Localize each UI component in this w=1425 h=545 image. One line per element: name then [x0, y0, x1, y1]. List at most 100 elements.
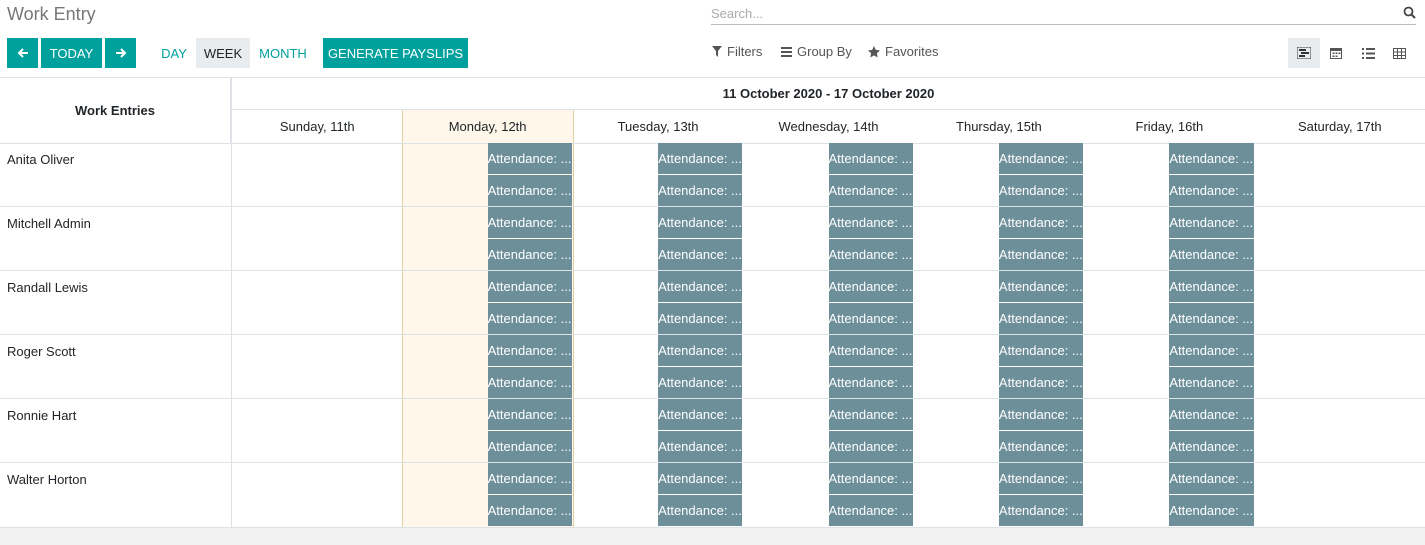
generate-payslips-button[interactable]: GENERATE PAYSLIPS	[323, 38, 468, 68]
work-entry-pill[interactable]: Attendance: ...	[658, 207, 743, 238]
gantt-view-icon	[1297, 47, 1311, 59]
previous-button[interactable]	[7, 38, 38, 68]
today-button[interactable]: TODAY	[41, 38, 102, 68]
work-entry-pill[interactable]: Attendance: ...	[998, 303, 1084, 334]
work-entry-pill[interactable]: Attendance: ...	[828, 431, 913, 462]
control-panel: Work Entry TODAY DAY WEEK MONTH GENERATE…	[0, 0, 1425, 78]
work-entry-pill[interactable]: Attendance: ...	[658, 367, 743, 398]
work-entry-pill[interactable]: Attendance: ...	[1169, 367, 1254, 398]
work-entry-pill[interactable]: Attendance: ...	[487, 271, 572, 302]
star-icon	[868, 45, 880, 57]
work-entry-pill[interactable]: Attendance: ...	[1169, 303, 1254, 334]
work-entry-pill[interactable]: Attendance: ...	[487, 431, 572, 462]
work-entry-pill[interactable]: Attendance: ...	[828, 271, 913, 302]
work-entry-pill[interactable]: Attendance: ...	[1169, 239, 1254, 270]
work-entry-pill[interactable]: Attendance: ...	[828, 143, 913, 174]
work-entry-pill[interactable]: Attendance: ...	[487, 335, 572, 366]
work-entry-pill[interactable]: Attendance: ...	[1169, 207, 1254, 238]
work-entry-pill[interactable]: Attendance: ...	[487, 367, 572, 398]
arrow-right-icon	[115, 48, 126, 58]
filters-button[interactable]: Filters	[712, 44, 762, 59]
work-entry-pill[interactable]: Attendance: ...	[1169, 495, 1254, 526]
search-icon[interactable]	[1403, 6, 1416, 22]
work-entry-pill[interactable]: Attendance: ...	[658, 175, 743, 206]
day-header: Wednesday, 14th	[778, 119, 879, 134]
work-entry-pill[interactable]: Attendance: ...	[487, 495, 572, 526]
employee-name: Anita Oliver	[7, 152, 75, 167]
work-entry-pill[interactable]: Attendance: ...	[658, 239, 743, 270]
work-entry-pill[interactable]: Attendance: ...	[998, 495, 1084, 526]
work-entry-pill[interactable]: Attendance: ...	[658, 431, 743, 462]
scale-week-button[interactable]: WEEK	[196, 38, 250, 68]
work-entry-pill[interactable]: Attendance: ...	[998, 239, 1084, 270]
pivot-view-icon	[1392, 47, 1406, 59]
work-entry-pill[interactable]: Attendance: ...	[658, 463, 743, 494]
work-entry-pill[interactable]: Attendance: ...	[828, 399, 913, 430]
pivot-view-button[interactable]	[1383, 38, 1415, 68]
work-entry-pill[interactable]: Attendance: ...	[998, 271, 1084, 302]
day-header: Friday, 16th	[1135, 119, 1204, 134]
work-entry-pill[interactable]: Attendance: ...	[658, 399, 743, 430]
bars-icon	[781, 46, 792, 57]
work-entry-pill[interactable]: Attendance: ...	[828, 495, 913, 526]
day-header: Saturday, 17th	[1297, 119, 1382, 134]
work-entry-pill[interactable]: Attendance: ...	[1169, 271, 1254, 302]
day-header: Thursday, 15th	[956, 119, 1042, 134]
favorites-button[interactable]: Favorites	[868, 44, 938, 59]
work-entry-pill[interactable]: Attendance: ...	[998, 207, 1084, 238]
work-entry-pill[interactable]: Attendance: ...	[658, 495, 743, 526]
next-button[interactable]	[105, 38, 136, 68]
work-entry-pill[interactable]: Attendance: ...	[998, 431, 1084, 462]
footer-bar	[0, 528, 1425, 545]
work-entry-pill[interactable]: Attendance: ...	[998, 175, 1084, 206]
row-header-divider	[231, 78, 232, 527]
work-entry-pill[interactable]: Attendance: ...	[1169, 399, 1254, 430]
work-entry-pill[interactable]: Attendance: ...	[487, 207, 572, 238]
work-entry-pill[interactable]: Attendance: ...	[658, 271, 743, 302]
work-entry-pill[interactable]: Attendance: ...	[828, 207, 913, 238]
work-entry-pill[interactable]: Attendance: ...	[658, 143, 743, 174]
work-entry-pill[interactable]: Attendance: ...	[828, 303, 913, 334]
calendar-view-icon	[1330, 48, 1342, 59]
work-entry-pill[interactable]: Attendance: ...	[998, 143, 1084, 174]
work-entry-pill[interactable]: Attendance: ...	[998, 367, 1084, 398]
calendar-view-button[interactable]	[1320, 38, 1352, 68]
work-entry-pill[interactable]: Attendance: ...	[828, 335, 913, 366]
group-by-label: Group By	[797, 44, 852, 59]
search-input[interactable]	[711, 3, 1391, 23]
work-entry-pill[interactable]: Attendance: ...	[487, 239, 572, 270]
work-entry-pill[interactable]: Attendance: ...	[1169, 143, 1254, 174]
gantt-view-button[interactable]	[1288, 38, 1320, 68]
employee-name: Randall Lewis	[7, 280, 88, 295]
list-view-icon	[1361, 47, 1375, 59]
work-entry-pill[interactable]: Attendance: ...	[487, 143, 572, 174]
group-by-button[interactable]: Group By	[781, 44, 852, 59]
work-entry-pill[interactable]: Attendance: ...	[658, 335, 743, 366]
work-entry-pill[interactable]: Attendance: ...	[1169, 431, 1254, 462]
list-view-button[interactable]	[1352, 38, 1384, 68]
work-entry-pill[interactable]: Attendance: ...	[828, 175, 913, 206]
scale-day-button[interactable]: DAY	[152, 38, 196, 68]
page-title: Work Entry	[7, 4, 96, 24]
work-entry-pill[interactable]: Attendance: ...	[1169, 463, 1254, 494]
work-entry-pill[interactable]: Attendance: ...	[998, 335, 1084, 366]
work-entry-pill[interactable]: Attendance: ...	[658, 303, 743, 334]
work-entry-pill[interactable]: Attendance: ...	[828, 463, 913, 494]
work-entry-pill[interactable]: Attendance: ...	[487, 399, 572, 430]
work-entry-pill[interactable]: Attendance: ...	[998, 399, 1084, 430]
search-bar	[711, 3, 1416, 25]
employee-name: Roger Scott	[7, 344, 76, 359]
work-entry-pill[interactable]: Attendance: ...	[828, 367, 913, 398]
arrow-left-icon	[17, 48, 28, 58]
work-entry-pill[interactable]: Attendance: ...	[487, 175, 572, 206]
scale-month-button[interactable]: MONTH	[250, 38, 316, 68]
work-entry-pill[interactable]: Attendance: ...	[828, 239, 913, 270]
day-header: Sunday, 11th	[279, 119, 355, 134]
work-entry-pill[interactable]: Attendance: ...	[998, 463, 1084, 494]
period-header: 11 October 2020 - 17 October 2020	[232, 78, 1425, 110]
work-entry-pill[interactable]: Attendance: ...	[487, 303, 572, 334]
work-entry-pill[interactable]: Attendance: ...	[1169, 175, 1254, 206]
work-entry-pill[interactable]: Attendance: ...	[1169, 335, 1254, 366]
favorites-label: Favorites	[885, 44, 939, 59]
work-entry-pill[interactable]: Attendance: ...	[487, 463, 572, 494]
